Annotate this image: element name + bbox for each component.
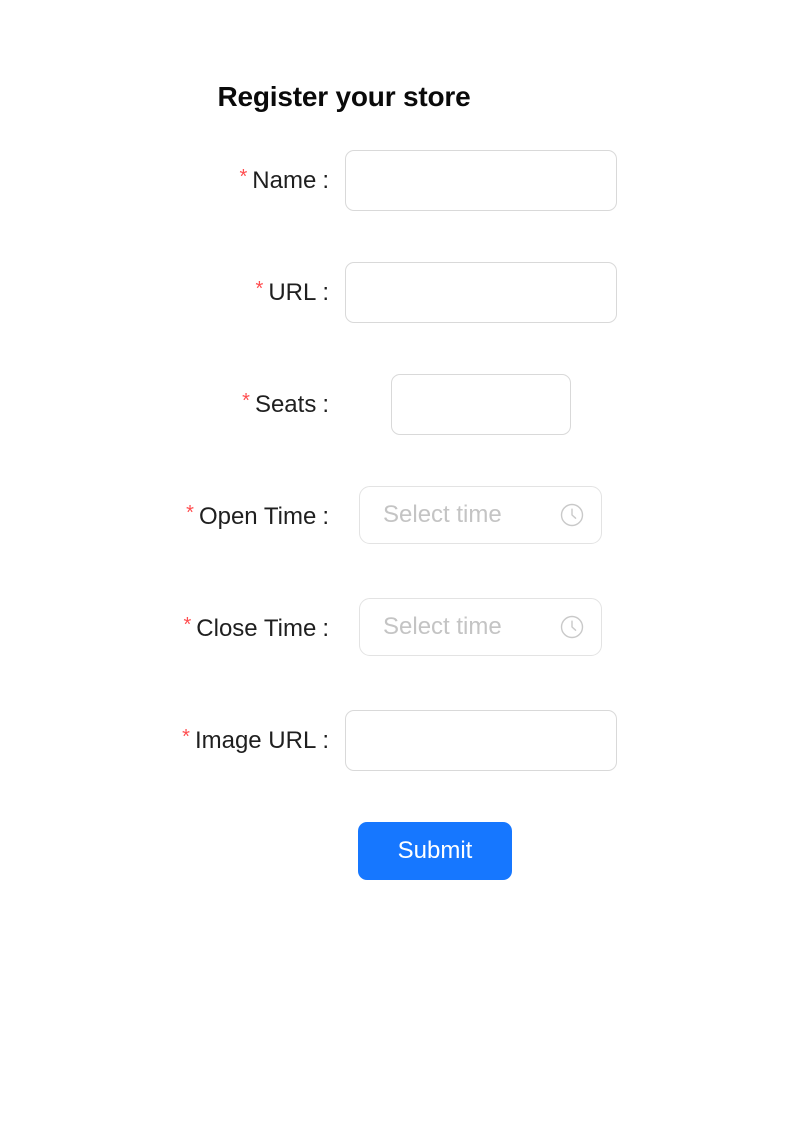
open-time-picker[interactable]: Select time — [359, 486, 602, 544]
form-label-col-submit — [0, 822, 330, 883]
form-label-text-url: URL — [268, 278, 317, 306]
open-time-placeholder: Select time — [383, 501, 502, 528]
url-input[interactable] — [345, 262, 617, 323]
required-asterisk-icon: * — [242, 389, 250, 412]
form-label-col-name: * Name : — [0, 150, 330, 211]
required-asterisk-icon: * — [239, 165, 248, 188]
form-label-colon-image-url: : — [322, 726, 329, 754]
form-label-colon-open-time: : — [322, 502, 329, 530]
seats-input[interactable] — [391, 374, 571, 435]
form-label-name: * Name : — [240, 167, 330, 195]
close-time-placeholder: Select time — [383, 613, 502, 640]
form-row-name: * Name : — [0, 150, 688, 262]
name-input[interactable] — [345, 150, 617, 211]
form-label-colon-seats: : — [322, 390, 329, 418]
form-control-col-image-url — [330, 710, 688, 771]
form-label-text-seats: Seats — [254, 390, 317, 418]
page-title: Register your store — [217, 81, 471, 112]
form-row-close-time: * Close Time : Select time — [0, 598, 688, 710]
form-control-col-close-time: Select time — [330, 598, 688, 656]
form-control-col-seats — [330, 374, 688, 435]
form-label-text-image-url: Image URL — [194, 726, 317, 754]
form-label-close-time: * Close Time : — [183, 615, 329, 643]
form-label-col-image-url: * Image URL : — [0, 710, 330, 771]
register-store-form: * Name : * URL : * Seats: * Open Time:… — [0, 150, 688, 942]
form-label-colon-close-time: : — [322, 614, 329, 642]
form-label-col-seats: * Seats : — [0, 374, 330, 435]
form-row-url: * URL : — [0, 262, 688, 374]
form-label-image-url: * Image URL : — [182, 727, 329, 755]
form-label-col-close-time: * Close Time : — [0, 598, 330, 659]
form-label-seats: * Seats : — [242, 391, 329, 419]
close-time-picker[interactable]: Select time — [359, 598, 602, 656]
clock-icon — [559, 614, 585, 640]
form-row-open-time: * Open Time : Select time — [0, 486, 688, 598]
form-label-col-open-time: * Open Time : — [0, 486, 330, 547]
form-label-text-close-time: Close Time — [196, 614, 317, 642]
form-label-colon-url: : — [322, 278, 329, 306]
form-label-col-url: * URL : — [0, 262, 330, 323]
form-label-text-open-time: Open Time — [198, 502, 317, 530]
form-control-col-submit: Submit — [330, 822, 688, 942]
register-store-page: Register your store * Name : * URL : * S… — [0, 0, 794, 1140]
required-asterisk-icon: * — [255, 277, 264, 300]
form-label-colon-name: : — [322, 166, 329, 194]
form-control-col-name — [330, 150, 688, 211]
required-asterisk-icon: * — [182, 725, 190, 748]
image-url-input[interactable] — [345, 710, 617, 771]
form-row-seats: * Seats : — [0, 374, 688, 486]
form-label-text-name: Name — [252, 166, 317, 194]
clock-icon — [559, 502, 585, 528]
required-asterisk-icon: * — [186, 501, 194, 524]
form-label-url: * URL : — [256, 279, 329, 307]
form-control-col-url — [330, 262, 688, 323]
form-row-image-url: * Image URL : — [0, 710, 688, 822]
form-control-col-open-time: Select time — [330, 486, 688, 544]
submit-button[interactable]: Submit — [358, 822, 512, 880]
required-asterisk-icon: * — [183, 613, 192, 636]
form-label-open-time: * Open Time : — [186, 503, 329, 531]
form-row-submit: Submit — [0, 822, 688, 942]
